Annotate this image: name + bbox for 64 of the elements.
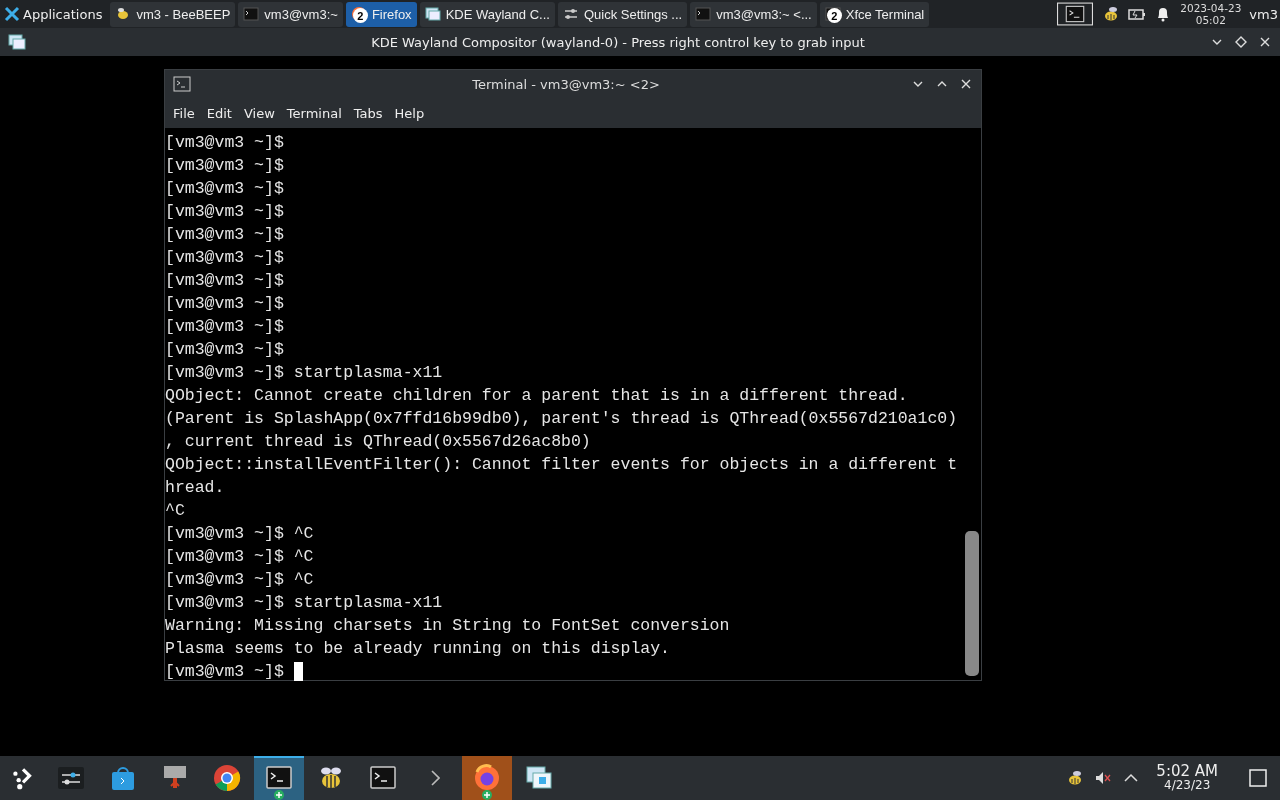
close-button[interactable] xyxy=(959,77,973,91)
terminal-line: [vm3@vm3 ~]$ xyxy=(165,178,285,200)
terminal-line: [vm3@vm3 ~]$ xyxy=(165,132,285,154)
terminal-line: , current thread is QThread(0x5567d26ac8b0) xyxy=(165,431,592,453)
terminal-line: [vm3@vm3 ~]$ xyxy=(165,155,285,177)
menu-item[interactable]: Terminal xyxy=(280,103,348,123)
terminal-prompt: [vm3@vm3 ~]$ xyxy=(165,661,284,683)
terminal-line: [vm3@vm3 ~]$ xyxy=(165,270,285,292)
clock-date: 4/23/23 xyxy=(1164,778,1211,792)
terminal-line: [vm3@vm3 ~]$ xyxy=(165,247,285,269)
task-button[interactable]: KDE Wayland C... xyxy=(419,1,555,27)
terminal-line: [vm3@vm3 ~]$ ^C xyxy=(165,546,315,568)
chevron-icon xyxy=(430,770,440,786)
task-button[interactable]: vm3@vm3:~ xyxy=(238,1,343,27)
window-icon xyxy=(8,34,26,50)
terminal-line: [vm3@vm3 ~]$ xyxy=(165,339,285,361)
task-button[interactable]: 2 Firefox xyxy=(345,1,417,27)
task-button[interactable]: vm3@vm3:~ <... xyxy=(690,1,817,27)
terminal-line: Warning: Missing charsets in String to FontSet conversion xyxy=(165,615,731,637)
chrome-icon xyxy=(213,764,241,792)
terminal-line: [vm3@vm3 ~]$ ^C xyxy=(165,523,315,545)
show-desktop-icon[interactable] xyxy=(1248,768,1268,788)
menu-item[interactable]: View xyxy=(237,103,281,123)
menu-item[interactable]: Help xyxy=(388,103,431,123)
menu-item[interactable]: File xyxy=(167,103,201,123)
scrollbar-thumb[interactable] xyxy=(965,531,979,676)
window-title: Terminal - vm3@vm3:~ <2> xyxy=(471,76,661,92)
window-title: KDE Wayland Compositor (wayland-0) - Press right control key to grab input xyxy=(370,34,866,50)
terminal-line: QObject: Cannot create children for a parent that is in a different thread. xyxy=(165,385,909,407)
panel-date: 2023-04-23 xyxy=(1180,2,1242,14)
clock-time: 5:02 AM xyxy=(1156,764,1218,778)
close-button[interactable] xyxy=(1258,35,1272,49)
windows-icon xyxy=(424,6,441,22)
applications-menu[interactable]: Applications xyxy=(0,6,107,22)
windows-icon xyxy=(525,764,553,792)
terminal-line: [vm3@vm3 ~]$ xyxy=(165,316,285,338)
shopping-bag-icon xyxy=(109,764,137,792)
terminal-line: QObject::installEventFilter(): Cannot filter events for objects in a different t xyxy=(165,454,959,476)
sliders-icon xyxy=(57,764,85,792)
app-menu-icon xyxy=(4,6,20,22)
sliders-icon xyxy=(562,6,579,22)
terminal-line: [vm3@vm3 ~]$ startplasma-x11 xyxy=(165,362,444,384)
terminal-line: Plasma seems to be already running on this display. xyxy=(165,638,671,660)
terminal-line: ^C xyxy=(165,500,186,522)
menu-item[interactable]: Tabs xyxy=(347,103,389,123)
panel-time: 05:02 xyxy=(1195,14,1226,26)
terminal-line: [vm3@vm3 ~]$ xyxy=(165,293,285,315)
terminal-line: (Parent is SplashApp(0x7ffd16b99db0), parent's thread is QThread(0x5567d210a1c0) xyxy=(165,408,959,430)
text-cursor xyxy=(293,662,303,681)
user-name: vm3 xyxy=(1249,6,1278,22)
menu-item[interactable]: Edit xyxy=(200,103,238,123)
float-button[interactable] xyxy=(1234,35,1248,49)
task-button[interactable]: Quick Settings ... xyxy=(557,1,688,27)
terminal-line: hread. xyxy=(165,477,226,499)
task-button[interactable]: vm3 - BeeBEEP xyxy=(110,1,236,27)
taskbar-item[interactable] xyxy=(254,756,304,800)
terminal-line: [vm3@vm3 ~]$ xyxy=(165,201,285,223)
task-button[interactable]: 2 Xfce Terminal xyxy=(819,1,930,27)
plus-icon xyxy=(482,790,492,800)
count-badge: 2 xyxy=(352,8,368,23)
plus-icon xyxy=(274,790,284,800)
terminal-line: [vm3@vm3 ~]$ xyxy=(165,224,285,246)
terminal-line: [vm3@vm3 ~]$ ^C xyxy=(165,569,315,591)
terminal-line: [vm3@vm3 ~]$ startplasma-x11 xyxy=(165,592,444,614)
